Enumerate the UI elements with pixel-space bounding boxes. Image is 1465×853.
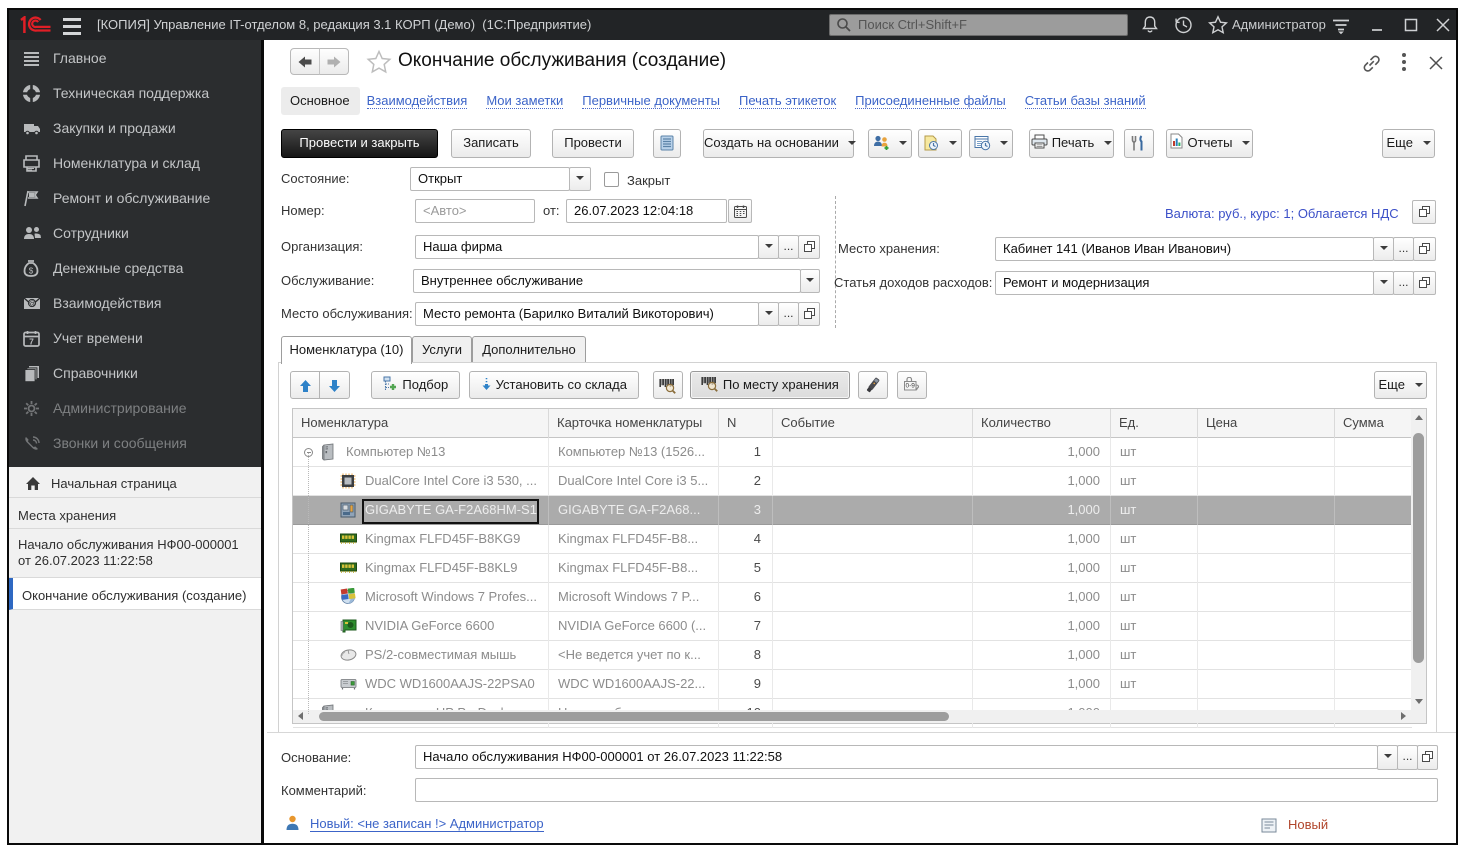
svg-text:@: @ <box>28 299 36 308</box>
svg-text:7: 7 <box>29 337 34 347</box>
svg-text:$: $ <box>29 267 34 276</box>
svg-text:0-9: 0-9 <box>905 383 915 390</box>
